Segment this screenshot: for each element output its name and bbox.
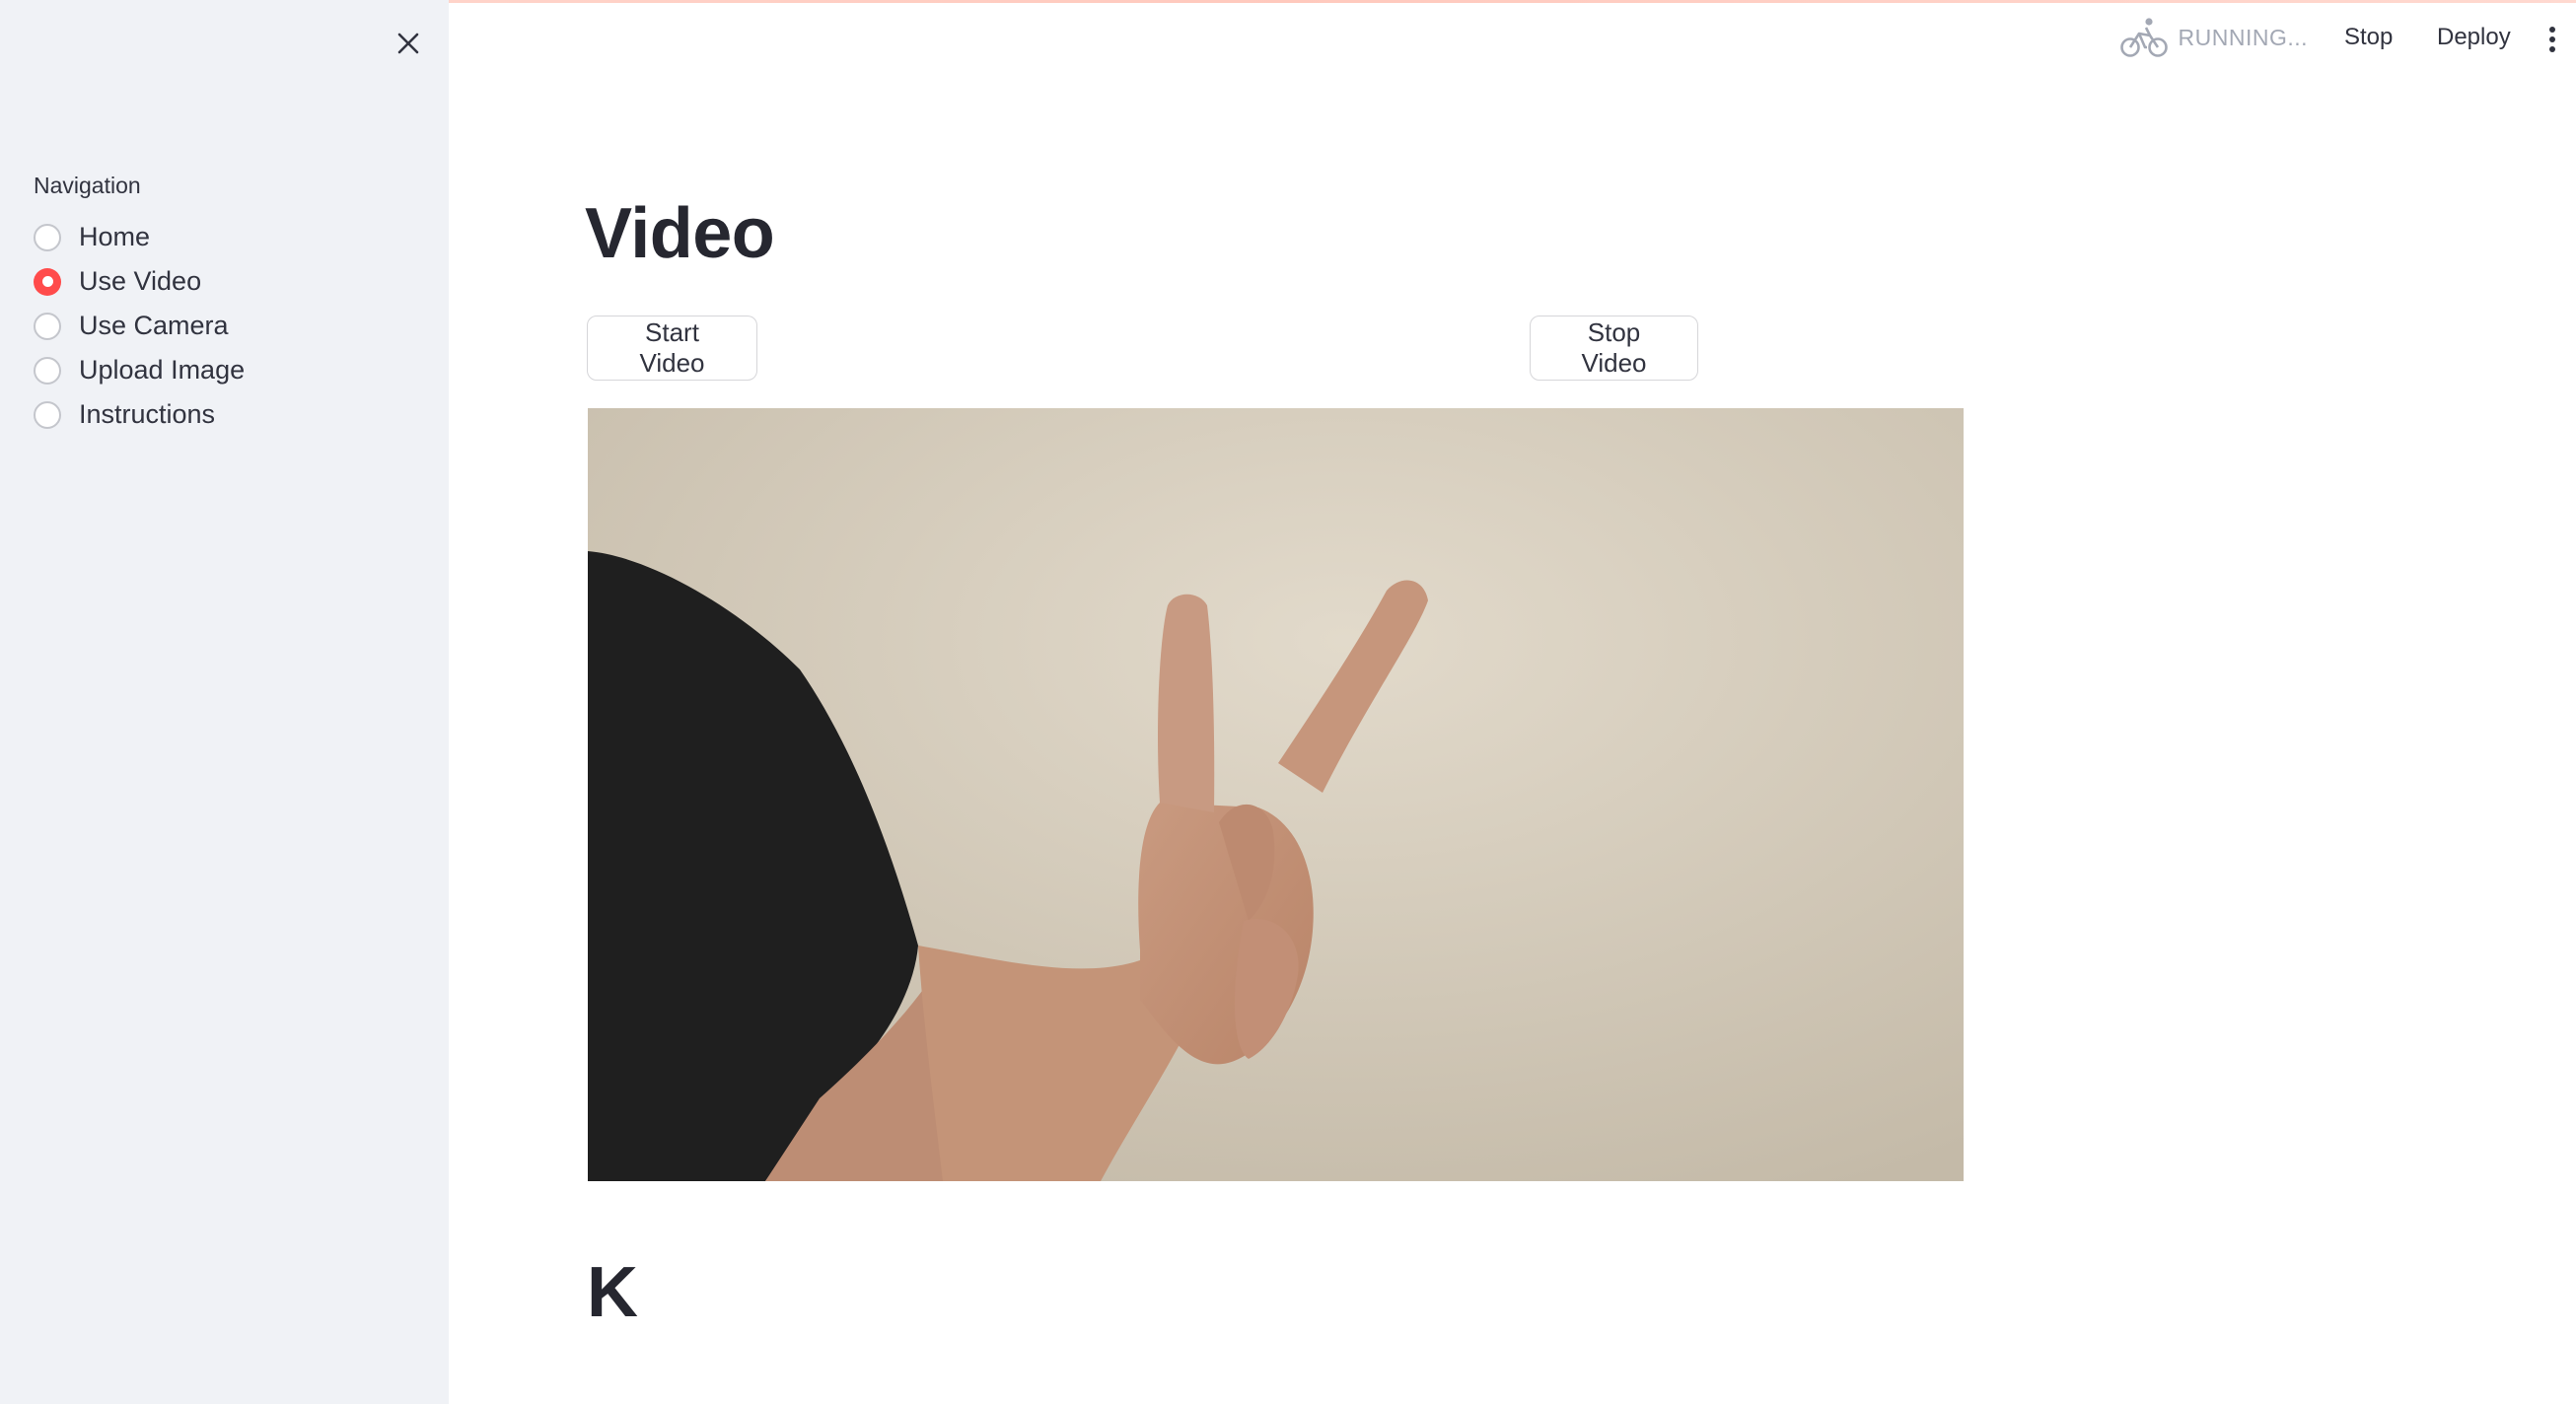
- video-frame-image: [588, 408, 1964, 1181]
- running-bicycle-icon: [2119, 18, 2168, 57]
- main-menu-button[interactable]: [2540, 20, 2564, 59]
- start-video-button[interactable]: Start Video: [587, 316, 757, 381]
- radio-button[interactable]: [34, 356, 61, 385]
- nav-option-label: Home: [79, 222, 151, 251]
- nav-option-instructions[interactable]: Instructions: [34, 392, 245, 437]
- navigation-radio-group: Home Use Video Use Camera Upload Image I…: [34, 215, 245, 437]
- radio-button[interactable]: [34, 223, 61, 251]
- radio-button[interactable]: [34, 312, 61, 340]
- sidebar: Navigation Home Use Video Use Camera Upl…: [0, 0, 449, 1404]
- prediction-letter: K: [587, 1253, 638, 1332]
- deploy-button[interactable]: Deploy: [2431, 20, 2517, 55]
- nav-option-label: Use Camera: [79, 311, 229, 340]
- stop-button[interactable]: Stop: [2338, 20, 2398, 55]
- close-icon: [397, 33, 419, 54]
- nav-option-upload-image[interactable]: Upload Image: [34, 348, 245, 392]
- nav-option-home[interactable]: Home: [34, 215, 245, 259]
- menu-dot: [2549, 46, 2555, 52]
- page-title: Video: [585, 194, 775, 273]
- navigation-label: Navigation: [34, 173, 141, 198]
- nav-option-use-video[interactable]: Use Video: [34, 259, 245, 304]
- menu-dot: [2549, 27, 2555, 33]
- radio-button-selected[interactable]: [34, 267, 61, 296]
- close-sidebar-button[interactable]: [387, 22, 430, 65]
- video-feed: [588, 408, 1964, 1181]
- nav-option-label: Upload Image: [79, 355, 246, 385]
- nav-option-label: Instructions: [79, 399, 216, 429]
- menu-dot: [2549, 36, 2555, 42]
- radio-button[interactable]: [34, 400, 61, 429]
- app-root: Navigation Home Use Video Use Camera Upl…: [0, 0, 2576, 1404]
- nav-option-use-camera[interactable]: Use Camera: [34, 304, 245, 348]
- nav-option-label: Use Video: [79, 266, 202, 296]
- running-status-text: RUNNING...: [2178, 24, 2308, 50]
- running-status: RUNNING...: [2119, 16, 2309, 59]
- stop-video-button[interactable]: Stop Video: [1530, 316, 1698, 381]
